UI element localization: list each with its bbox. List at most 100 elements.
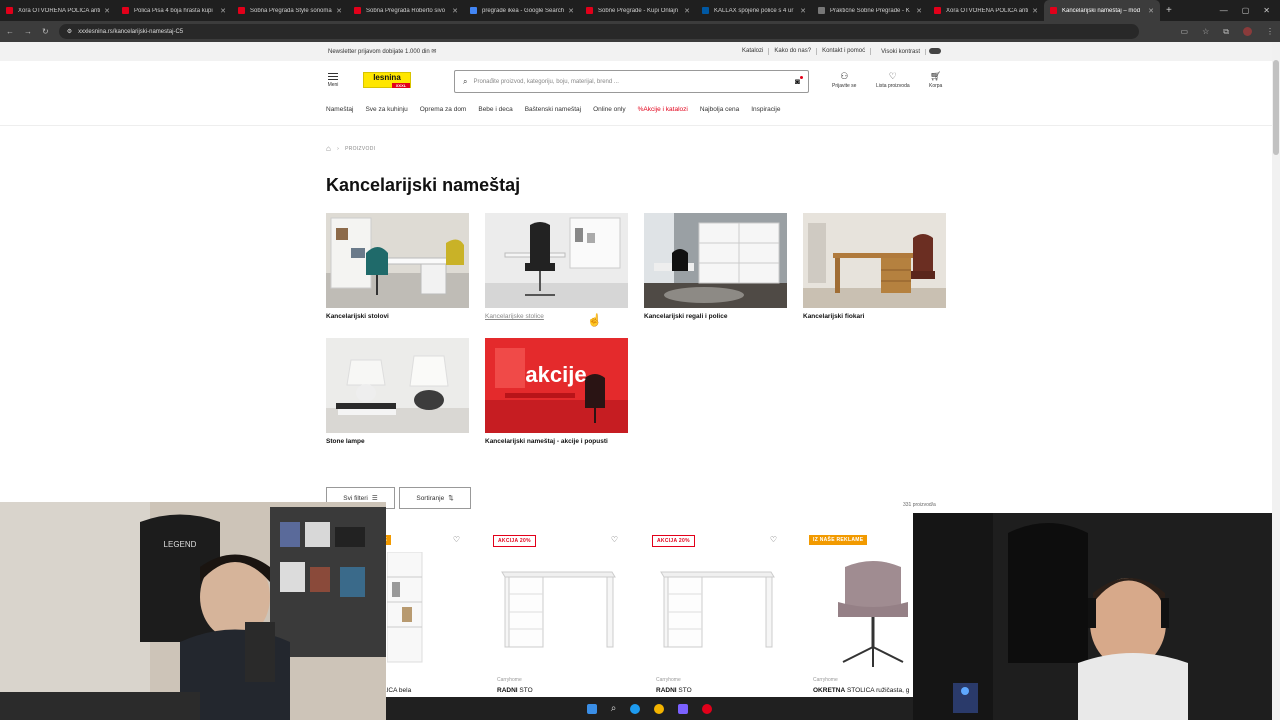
site-info-icon[interactable]: ⚙ xyxy=(67,28,72,35)
category-card-desks[interactable]: Kancelarijski stolovi xyxy=(326,213,469,320)
nav-item[interactable]: Sve za kuhinju xyxy=(365,106,407,120)
wishlist-button[interactable]: ♡ Lista proizvoda xyxy=(876,71,910,89)
product-card[interactable]: AKCIJA 20% ♡ Carryhome RADNI STO xyxy=(485,527,628,702)
sort-button[interactable]: Sortiranje ⇅ xyxy=(399,487,471,509)
tab-label: Sobne Pregrade - Kupi Onlajn xyxy=(598,7,679,14)
tab-favicon-icon xyxy=(702,7,709,14)
edge-icon[interactable] xyxy=(630,703,641,714)
high-contrast-toggle[interactable]: Visoki kontrast xyxy=(871,48,946,55)
product-card[interactable]: AKCIJA 20% ♡ Carryhome RADNI STO xyxy=(644,527,787,702)
tab-label: Sobna Pregrada Roberto sivo xyxy=(366,7,446,14)
toggle-switch[interactable] xyxy=(929,48,941,54)
tab-close-icon[interactable]: ✕ xyxy=(220,7,226,15)
cast-icon[interactable]: ▭ xyxy=(1181,27,1189,37)
chrome-icon[interactable] xyxy=(654,703,665,714)
category-card-lamps[interactable]: Stone lampe xyxy=(326,338,469,445)
tab-label: Praktične Sobne Pregrade - K xyxy=(830,7,910,14)
product-count: 331 proizvod/a xyxy=(903,502,936,508)
tab-close-icon[interactable]: ✕ xyxy=(916,7,922,15)
wishlist-heart-icon[interactable]: ♡ xyxy=(770,535,777,544)
wishlist-heart-icon[interactable]: ♡ xyxy=(611,535,618,544)
user-icon: ⚇ xyxy=(840,71,849,81)
search-icon: ⌕ xyxy=(463,76,468,86)
tab-close-icon[interactable]: ✕ xyxy=(800,7,806,15)
category-label: Stone lampe xyxy=(326,438,365,445)
nav-item[interactable]: Baštenski nameštaj xyxy=(525,106,581,120)
newsletter-link[interactable]: Newsletter prijavom dobijate 1.000 din ✉ xyxy=(328,48,436,55)
tab-favicon-icon xyxy=(818,7,825,14)
category-card-shelves[interactable]: Kancelarijski regali i police xyxy=(644,213,787,320)
site-logo[interactable]: lesnina XXXL xyxy=(363,72,411,88)
menu-button[interactable]: Meni xyxy=(326,71,340,88)
profile-avatar[interactable] xyxy=(1243,26,1252,36)
cart-button[interactable]: 🛒︎ Korpa xyxy=(929,71,942,89)
nav-item[interactable]: Bebe i deca xyxy=(478,106,512,120)
nav-item[interactable]: Online only xyxy=(593,106,626,120)
product-image xyxy=(838,561,908,667)
category-image-drawers xyxy=(803,213,946,308)
browser-tab[interactable]: pregrade ikea - Google Search ✕ xyxy=(464,0,580,21)
app-icon[interactable] xyxy=(678,703,689,714)
extensions-icon[interactable]: ⧉ xyxy=(1223,27,1229,37)
forward-icon[interactable]: → xyxy=(24,27,32,36)
scrollbar-thumb[interactable] xyxy=(1273,60,1279,155)
sales-overlay-text: akcije xyxy=(525,362,586,387)
browser-tab[interactable]: Xora OTVORENA POLICA anti ✕ xyxy=(0,0,116,21)
browser-menu-icon[interactable]: ⋮ xyxy=(1266,27,1274,37)
tab-close-icon[interactable]: ✕ xyxy=(568,7,574,15)
tab-close-icon[interactable]: ✕ xyxy=(336,7,342,15)
search-taskbar-icon[interactable]: ⌕ xyxy=(611,703,617,714)
start-icon[interactable] xyxy=(586,703,597,714)
category-card-chairs[interactable]: Kancelarijske stolice xyxy=(485,213,628,320)
product-name: LICA bela xyxy=(383,687,412,694)
tab-close-icon[interactable]: ✕ xyxy=(1032,7,1038,15)
tab-close-icon[interactable]: ✕ xyxy=(684,7,690,15)
category-card-drawers[interactable]: Kancelarijski fiokari xyxy=(803,213,946,320)
tab-label: KALLAX spojene police s 4 ur xyxy=(714,7,794,14)
app-icon[interactable] xyxy=(702,703,713,714)
login-button[interactable]: ⚇ Prijavite se xyxy=(832,71,856,89)
camera-search-icon[interactable]: ◙ xyxy=(795,76,803,86)
category-image-lamps xyxy=(326,338,469,433)
bookmark-star-icon[interactable]: ☆ xyxy=(1202,27,1209,37)
url-field[interactable]: ⚙ xxxlesnina.rs/kancelarijski-namestaj-C… xyxy=(58,24,1139,39)
nav-item[interactable]: Oprema za dom xyxy=(420,106,467,120)
tab-close-icon[interactable]: ✕ xyxy=(1148,7,1154,15)
breadcrumb-current[interactable]: PROIZVODI xyxy=(345,146,375,152)
minimize-icon[interactable]: — xyxy=(1220,6,1228,15)
category-label: Kancelarijski stolovi xyxy=(326,313,389,320)
browser-tab[interactable]: Xora OTVORENA POLICA anti ✕ xyxy=(928,0,1044,21)
catalogs-link[interactable]: Katalozi xyxy=(737,48,770,55)
tab-favicon-icon xyxy=(934,7,941,14)
windows-taskbar: ⌕ xyxy=(386,697,913,720)
nav-item[interactable]: Najbolja cena xyxy=(700,106,739,120)
nav-item-sales[interactable]: %Akcije i katalozi xyxy=(638,106,688,120)
how-to-reach-link[interactable]: Kako do nas? xyxy=(769,48,818,55)
nav-item[interactable]: Nameštaj xyxy=(326,106,353,120)
tab-close-icon[interactable]: ✕ xyxy=(452,7,458,15)
browser-tab[interactable]: Polica Pisa 4 boja hrasta kupi ✕ xyxy=(116,0,232,21)
nav-item[interactable]: Inspiracije xyxy=(751,106,780,120)
product-card[interactable]: IZ NAŠE REKLAME Carryhome OKRETNA STOLIC… xyxy=(801,527,913,702)
all-filters-label: Svi filteri xyxy=(343,494,368,502)
tab-close-icon[interactable]: ✕ xyxy=(104,7,110,15)
search-input[interactable]: ⌕ Pronađite proizvod, kategoriju, boju, … xyxy=(454,70,809,93)
back-icon[interactable]: ← xyxy=(6,27,14,36)
browser-tab[interactable]: Sobna Pregrada Style sonoma ✕ xyxy=(232,0,348,21)
wishlist-heart-icon[interactable]: ♡ xyxy=(453,535,460,544)
close-window-icon[interactable]: ✕ xyxy=(1263,6,1270,15)
browser-tab[interactable]: Sobne Pregrade - Kupi Onlajn ✕ xyxy=(580,0,696,21)
category-image-chairs xyxy=(485,213,628,308)
tab-favicon-icon xyxy=(238,7,245,14)
browser-tab[interactable]: Sobna Pregrada Roberto sivo ✕ xyxy=(348,0,464,21)
category-card-sales[interactable]: akcije Kancelarijski nameštaj - akcije i… xyxy=(485,338,628,445)
high-contrast-label: Visoki kontrast xyxy=(876,48,926,55)
new-tab-button[interactable]: + xyxy=(1166,5,1172,16)
browser-tab[interactable]: KALLAX spojene police s 4 ur ✕ xyxy=(696,0,812,21)
maximize-icon[interactable]: ▢ xyxy=(1242,6,1250,15)
home-icon[interactable]: ⌂ xyxy=(326,144,331,153)
contact-help-link[interactable]: Kontakt i pomoć xyxy=(817,48,872,55)
reload-icon[interactable]: ↻ xyxy=(42,27,49,36)
browser-tab[interactable]: Kancelarijski nameštaj – mod ✕ xyxy=(1044,0,1160,21)
browser-tab[interactable]: Praktične Sobne Pregrade - K ✕ xyxy=(812,0,928,21)
